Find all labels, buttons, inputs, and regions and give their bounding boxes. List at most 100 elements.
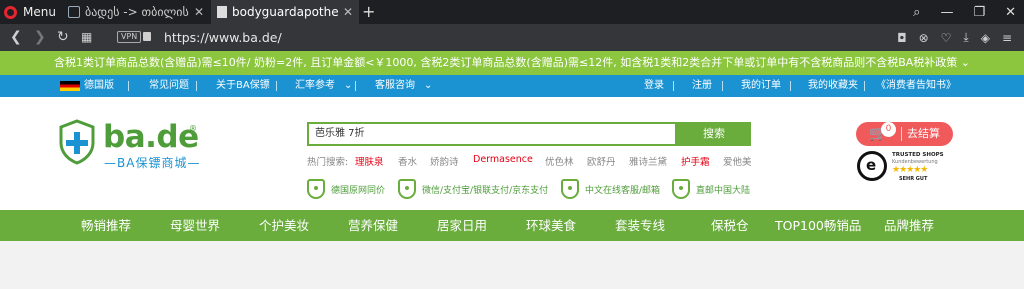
hot-search-term[interactable]: 爱他美 xyxy=(723,154,752,168)
chevron-down-icon[interactable]: ⌄ xyxy=(961,56,970,69)
nav-mother-baby[interactable]: 母婴世界 xyxy=(170,210,220,241)
main-category-nav: 畅销推荐 母婴世界 个护美妆 营养保健 居家日用 环球美食 套装专线 保税仓 T… xyxy=(0,210,1024,241)
chevron-down-icon[interactable]: ⌄ xyxy=(424,75,432,97)
search-box xyxy=(307,122,677,146)
camera-icon[interactable]: ◘ xyxy=(897,31,907,45)
feature-label: 德国原网同价 xyxy=(331,185,386,196)
nav-bonded-warehouse[interactable]: 保税仓 xyxy=(711,210,749,241)
feature-label: 直邮中国大陆 xyxy=(696,185,751,196)
cart-count-badge: 0 xyxy=(881,122,896,137)
extensions-menu-icon[interactable]: ≡ xyxy=(1002,31,1012,45)
chevron-down-icon[interactable]: ⌄ xyxy=(344,75,352,97)
checkout-label: 去结算 xyxy=(907,127,940,140)
reload-icon[interactable]: ↻ xyxy=(57,24,69,51)
window-controls: ⌕ — ❐ ✕ xyxy=(913,0,1016,24)
topnav-register[interactable]: 注册 xyxy=(692,75,712,97)
close-window-icon[interactable]: ✕ xyxy=(1005,5,1016,20)
nav-food[interactable]: 环球美食 xyxy=(526,210,576,241)
browser-tab-1[interactable]: ბადეს -> თბილისის ✕ xyxy=(62,0,210,24)
nav-top100[interactable]: TOP100畅销品 xyxy=(775,210,861,241)
plus-shield-icon xyxy=(307,179,325,199)
opera-logo-icon xyxy=(4,5,17,19)
tax-notice-bar[interactable]: 含税1类订单商品总数(含赠品)需≤10件/ 奶粉=2件, 且订单金额<￥1000… xyxy=(0,51,1024,75)
url-field[interactable]: https://www.ba.de/ xyxy=(164,24,282,51)
topnav-favorites[interactable]: 我的收藏夹 xyxy=(808,75,858,97)
address-bar-actions: ◘ ⊗ ♡ ⤓ ◈ ≡ xyxy=(897,24,1012,51)
divider xyxy=(128,81,129,91)
rating-stars-icon: ★★★★★ xyxy=(892,165,928,175)
document-icon xyxy=(217,6,227,18)
back-icon[interactable]: ❮ xyxy=(10,24,22,51)
lock-icon xyxy=(143,32,151,41)
feature-same-price: 德国原网同价 xyxy=(307,178,385,200)
logo-wordmark[interactable]: ba.de xyxy=(103,119,199,155)
nav-household[interactable]: 居家日用 xyxy=(437,210,487,241)
trusted-shops-rating: SEHR GUT xyxy=(899,176,928,182)
site-header: ba.de ® —BA保镖商城— 搜索 热门搜索: 理肤泉 香水 娇韵诗 Der… xyxy=(0,97,1024,210)
hot-search-term[interactable]: 娇韵诗 xyxy=(430,154,459,168)
feature-label: 微信/支付宝/银联支付/京东支付 xyxy=(422,185,549,196)
heart-icon[interactable]: ♡ xyxy=(941,31,952,45)
nav-health[interactable]: 营养保健 xyxy=(348,210,398,241)
cube-icon[interactable]: ◈ xyxy=(981,31,990,45)
german-flag-icon xyxy=(60,81,80,91)
hot-search-term[interactable]: 优色林 xyxy=(545,154,574,168)
divider xyxy=(901,127,902,141)
page-content-area xyxy=(0,241,1024,289)
hot-search-term[interactable]: 护手霜 xyxy=(681,154,710,168)
topnav-german-version[interactable]: 德国版 xyxy=(84,75,114,97)
topnav-customer-service[interactable]: 客服咨询 xyxy=(375,75,415,97)
divider xyxy=(355,81,356,91)
topnav-faq[interactable]: 常见问题 xyxy=(149,75,189,97)
tab-title: bodyguardapotheke xyxy=(232,5,338,19)
divider xyxy=(864,81,865,91)
search-button[interactable]: 搜索 xyxy=(677,122,751,146)
hot-search-term[interactable]: 欧舒丹 xyxy=(587,154,616,168)
divider xyxy=(196,81,197,91)
hot-search-term[interactable]: 雅诗兰黛 xyxy=(629,154,667,168)
hot-search-term[interactable]: 理肤泉 xyxy=(355,154,384,168)
divider xyxy=(722,81,723,91)
topnav-exchange-rate[interactable]: 汇率参考 xyxy=(295,75,335,97)
hot-search-term[interactable]: Dermasence xyxy=(473,154,533,165)
tab-grid-icon[interactable]: ▦ xyxy=(81,24,92,51)
topnav-about[interactable]: 关于BA保镖 xyxy=(216,75,270,97)
vpn-badge[interactable]: VPN xyxy=(117,31,142,43)
tab-close-icon[interactable]: ✕ xyxy=(343,5,353,19)
trusted-shops-logo-icon: e xyxy=(857,151,887,181)
restore-icon[interactable]: ❐ xyxy=(973,5,985,20)
trusted-shops-badge[interactable]: e TRUSTED SHOPS Kundenbewertung ★★★★★ SE… xyxy=(857,150,957,184)
browser-tab-2[interactable]: bodyguardapotheke ✕ xyxy=(211,0,359,24)
download-icon[interactable]: ⤓ xyxy=(963,30,968,45)
topnav-consumer-notice[interactable]: 《消费者告知书》 xyxy=(876,75,956,97)
nav-beauty[interactable]: 个护美妆 xyxy=(259,210,309,241)
search-input[interactable] xyxy=(315,124,665,144)
tab-title: ბადეს -> თბილისის xyxy=(85,5,189,19)
feature-payment: 微信/支付宝/银联支付/京东支付 xyxy=(398,178,548,200)
tax-notice-text: 含税1类订单商品总数(含赠品)需≤10件/ 奶粉=2件, 且订单金额<￥1000… xyxy=(54,56,958,69)
browser-tab-bar: Menu ბადეს -> თბილისის ✕ bodyguardapothe… xyxy=(0,0,1024,24)
user-shield-icon xyxy=(561,179,579,199)
new-tab-button[interactable]: + xyxy=(362,0,375,24)
adblock-icon[interactable]: ⊗ xyxy=(919,31,929,45)
logo-shield-icon[interactable] xyxy=(58,119,96,165)
nav-brands[interactable]: 品牌推荐 xyxy=(884,210,934,241)
topnav-my-orders[interactable]: 我的订单 xyxy=(741,75,781,97)
divider xyxy=(673,81,674,91)
forward-icon[interactable]: ❯ xyxy=(34,24,46,51)
logo-subtitle: —BA保镖商城— xyxy=(104,156,201,170)
tab-close-icon[interactable]: ✕ xyxy=(194,5,204,19)
registered-mark: ® xyxy=(189,124,197,133)
nav-bestsellers[interactable]: 畅销推荐 xyxy=(81,210,131,241)
feature-chinese-service: 中文在线客服/邮箱 xyxy=(561,178,660,200)
browser-menu-button[interactable]: Menu xyxy=(4,0,56,24)
trusted-shops-title: TRUSTED SHOPS xyxy=(892,152,944,158)
nav-bundles[interactable]: 套装专线 xyxy=(615,210,665,241)
search-tabs-icon[interactable]: ⌕ xyxy=(913,5,920,20)
divider xyxy=(790,81,791,91)
tab-favicon-icon xyxy=(68,6,80,18)
minimize-icon[interactable]: — xyxy=(940,5,953,20)
topnav-login[interactable]: 登录 xyxy=(644,75,664,97)
hot-search-term[interactable]: 香水 xyxy=(398,154,417,168)
checkout-cart-button[interactable]: 🛒 0 去结算 xyxy=(856,122,953,146)
